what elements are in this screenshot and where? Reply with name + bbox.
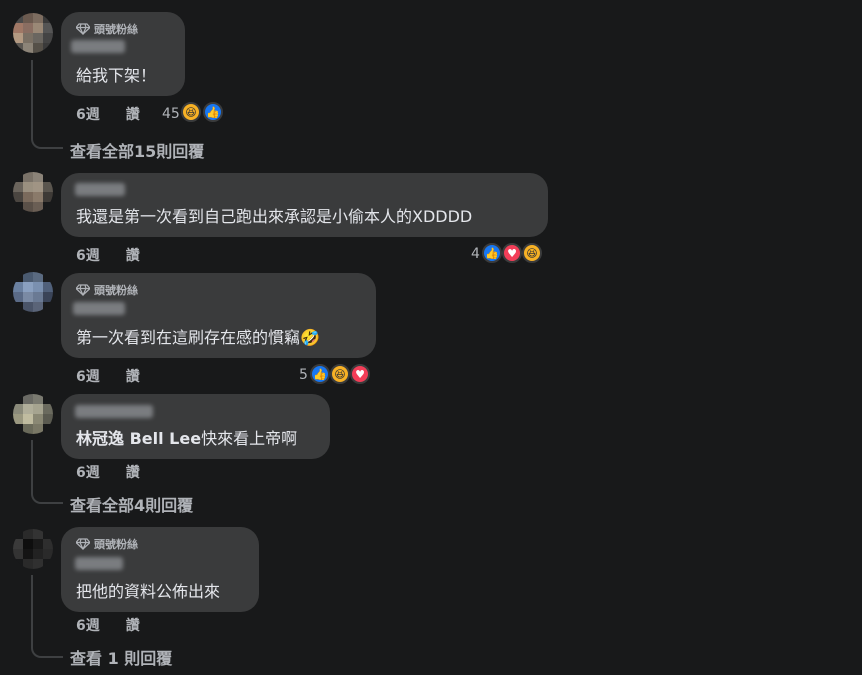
avatar[interactable] [13,172,53,212]
comment-bubble: 頭號粉絲 第一次看到在這刷存在感的慣竊🤣 [61,273,376,358]
comment-meta: 6週 讚 [76,104,140,124]
comment-text: 林冠逸 Bell Lee快來看上帝啊 [76,429,297,449]
comment-text-body: 第一次看到在這刷存在感的慣竊 [76,328,301,347]
like-reaction-icon: 👍 [310,364,330,384]
comment-feed: 頭號粉絲 給我下架！ 6週 讚 45 😆 👍 查看全部15則回覆 我還是第一次看… [0,0,862,675]
diamond-icon [76,538,90,550]
top-fan-badge: 頭號粉絲 [76,282,138,298]
avatar[interactable] [13,272,53,312]
comment-text: 第一次看到在這刷存在感的慣竊🤣 [76,328,320,348]
mention-link[interactable]: 林冠逸 Bell Lee [76,429,201,448]
comment-text-body: 快來看上帝啊 [201,429,298,448]
commenter-name[interactable] [71,40,125,53]
comment-meta: 6週 讚 [76,366,140,386]
like-button[interactable]: 讚 [126,104,140,124]
like-button[interactable]: 讚 [126,366,140,386]
love-reaction-icon: ♥ [350,364,370,384]
comment-text: 我還是第一次看到自己跑出來承認是小偷本人的XDDDD [76,207,473,226]
badge-label: 頭號粉絲 [94,538,138,551]
top-fan-badge: 頭號粉絲 [76,21,138,37]
love-reaction-icon: ♥ [502,243,522,263]
top-fan-badge: 頭號粉絲 [76,536,138,552]
commenter-name[interactable] [75,405,153,418]
like-reaction-icon: 👍 [203,102,223,122]
reaction-count[interactable]: 5 [299,367,308,383]
like-button[interactable]: 讚 [126,615,140,635]
avatar[interactable] [13,13,53,53]
timestamp-link[interactable]: 6週 [76,615,100,635]
reaction-count[interactable]: 45 [162,106,180,122]
avatar[interactable] [13,529,53,569]
diamond-icon [76,284,90,296]
badge-label: 頭號粉絲 [94,284,138,297]
haha-reaction-icon: 😆 [522,243,542,263]
haha-reaction-icon: 😆 [181,102,201,122]
view-replies-link[interactable]: 查看全部15則回覆 [70,138,204,162]
like-button[interactable]: 讚 [126,245,140,265]
reaction-count[interactable]: 4 [471,246,480,262]
comment-text: 給我下架！ [76,66,157,85]
timestamp-link[interactable]: 6週 [76,104,100,124]
rofl-emoji: 🤣 [300,328,320,347]
comment-text: 把他的資料公佈出來 [76,582,221,601]
comment-bubble: 頭號粉絲 把他的資料公佈出來 [61,527,259,612]
commenter-name[interactable] [73,302,125,315]
commenter-name[interactable] [75,557,123,570]
thread-line [31,440,63,504]
like-button[interactable]: 讚 [126,462,140,482]
comment-bubble: 頭號粉絲 給我下架！ [61,12,185,96]
timestamp-link[interactable]: 6週 [76,366,100,386]
badge-label: 頭號粉絲 [94,23,138,36]
comment-bubble: 林冠逸 Bell Lee快來看上帝啊 [61,394,330,459]
comment-meta: 6週 讚 [76,462,140,482]
comment-meta: 6週 讚 [76,245,140,265]
view-replies-link[interactable]: 查看全部4則回覆 [70,492,193,516]
like-reaction-icon: 👍 [482,243,502,263]
comment-bubble: 我還是第一次看到自己跑出來承認是小偷本人的XDDDD [61,173,548,237]
thread-line [31,575,63,658]
comment-meta: 6週 讚 [76,615,140,635]
diamond-icon [76,23,90,35]
haha-reaction-icon: 😆 [330,364,350,384]
avatar[interactable] [13,394,53,434]
view-replies-link[interactable]: 查看 1 則回覆 [70,645,172,669]
commenter-name[interactable] [75,183,125,196]
timestamp-link[interactable]: 6週 [76,462,100,482]
thread-line [31,60,63,149]
timestamp-link[interactable]: 6週 [76,245,100,265]
